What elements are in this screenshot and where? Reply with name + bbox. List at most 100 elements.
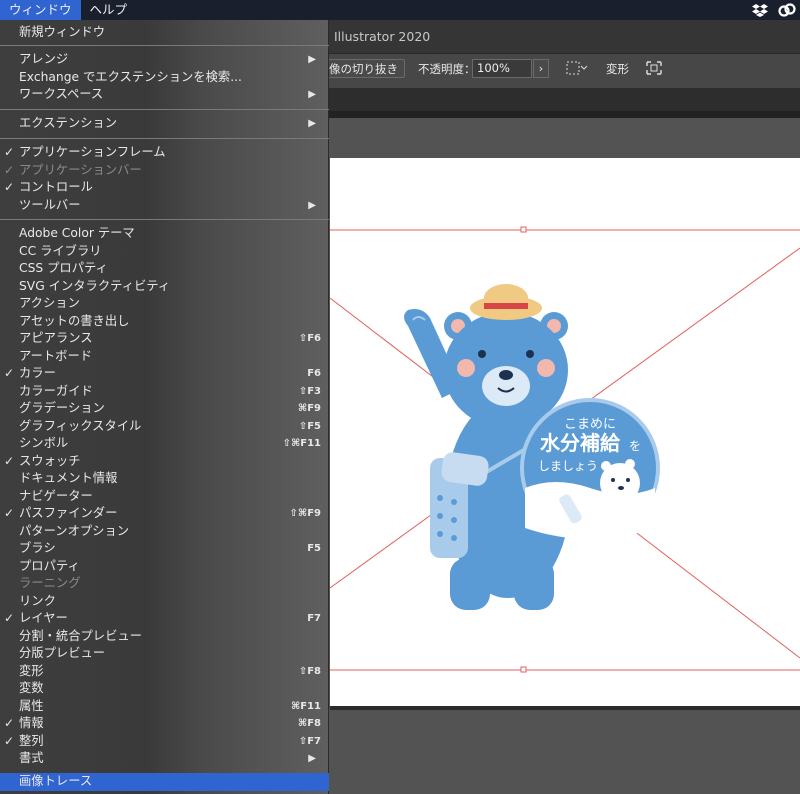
checkmark-icon: ✓: [4, 366, 15, 380]
badge-line2: 水分補給: [540, 431, 621, 455]
checkmark-icon: ✓: [4, 716, 15, 730]
menu-item[interactable]: ✓ 整列 ⇧F7: [0, 733, 329, 751]
menu-item[interactable]: ドキュメント情報: [0, 470, 329, 488]
menu-item-label: パスファインダー: [19, 506, 118, 520]
creative-cloud-icon[interactable]: [778, 3, 796, 17]
menu-separator: [0, 219, 329, 220]
menu-item-label: 書式: [19, 751, 44, 765]
menu-item[interactable]: エクステンション ▶: [0, 115, 329, 133]
submenu-arrow-icon: ▶: [308, 753, 316, 764]
crop-image-button[interactable]: 像の切り抜き: [322, 59, 405, 78]
menu-item-label: グラデーション: [19, 401, 105, 415]
menubar-window[interactable]: ウィンドウ: [0, 0, 81, 20]
menu-item-label: ワークスペース: [19, 87, 104, 101]
menu-item[interactable]: ✓ スウォッチ: [0, 453, 329, 471]
menu-item[interactable]: 変形 ⇧F8: [0, 663, 329, 681]
menu-item[interactable]: カラーガイド ⇧F3: [0, 383, 329, 401]
checkmark-icon: ✓: [4, 162, 15, 177]
menu-separator: [0, 45, 329, 46]
menu-item[interactable]: ワークスペース ▶: [0, 86, 329, 104]
menu-item-label: スウォッチ: [19, 453, 81, 468]
menu-item[interactable]: ✓ パスファインダー ⇧⌘F9: [0, 505, 329, 523]
transform-button[interactable]: 変形: [606, 61, 629, 77]
menu-item[interactable]: アピアランス ⇧F6: [0, 330, 329, 348]
menu-item-label: ドキュメント情報: [19, 471, 118, 485]
menu-item[interactable]: Adobe Color テーマ: [0, 225, 329, 243]
artboard[interactable]: こまめに 水分補給 を しましょう: [329, 158, 800, 706]
menu-separator: [0, 109, 329, 110]
menu-item-label: グラフィックスタイル: [19, 418, 142, 433]
menu-item-shortcut: ⇧F7: [298, 735, 321, 747]
menu-item[interactable]: パターンオプション: [0, 523, 329, 541]
selection-handle-bottom: [520, 666, 527, 673]
menu-item[interactable]: ✓ 情報 ⌘F8: [0, 715, 329, 733]
menu-item-shortcut: ⌘F8: [297, 718, 321, 729]
checkmark-icon: ✓: [4, 611, 15, 625]
menu-item[interactable]: 新規ウィンドウ: [0, 24, 329, 42]
menu-item-shortcut: ⇧F6: [298, 333, 321, 344]
menu-item[interactable]: アクション: [0, 295, 329, 313]
menu-item[interactable]: アセットの書き出し: [0, 313, 329, 331]
menu-item[interactable]: ツールバー ▶: [0, 197, 329, 215]
menu-item[interactable]: 変数: [0, 680, 329, 698]
menu-item[interactable]: ✓ アプリケーションフレーム: [0, 144, 329, 162]
menu-item[interactable]: アレンジ ▶: [0, 51, 329, 69]
submenu-arrow-icon: ▶: [308, 199, 316, 211]
menu-item[interactable]: グラフィックスタイル ⇧F5: [0, 418, 329, 436]
checkmark-icon: ✓: [4, 180, 15, 194]
app-title: Illustrator 2020: [334, 29, 431, 44]
menu-item[interactable]: 書式 ▶: [0, 750, 329, 768]
menu-item[interactable]: CC ライブラリ: [0, 243, 329, 261]
menu-item-shortcut: ⌘F11: [290, 700, 321, 712]
menu-item[interactable]: 画像トレース: [0, 773, 329, 791]
badge-line3: しましょう: [538, 459, 598, 473]
submenu-arrow-icon: ▶: [308, 118, 316, 129]
menu-item-label: 属性: [19, 698, 44, 713]
menu-item-shortcut: ⇧F8: [298, 665, 321, 677]
menu-item[interactable]: ナビゲーター: [0, 488, 329, 506]
submenu-arrow-icon: ▶: [308, 89, 316, 100]
align-icon[interactable]: [566, 61, 588, 75]
badge-line2-suffix: を: [629, 439, 641, 453]
menu-item[interactable]: アートボード: [0, 348, 329, 366]
artwork-canvas: こまめに 水分補給 を しましょう: [329, 226, 800, 673]
macos-menubar: ウィンドウ ヘルプ: [0, 0, 800, 20]
selection-handle-top: [520, 226, 527, 233]
menu-item[interactable]: グラデーション ⌘F9: [0, 400, 329, 418]
menu-item-label: CC ライブラリ: [19, 243, 102, 258]
isolate-icon[interactable]: [645, 60, 663, 76]
menu-item[interactable]: 属性 ⌘F11: [0, 698, 329, 716]
menu-item-label: アピアランス: [19, 331, 93, 345]
menu-item-label: 整列: [19, 733, 44, 748]
menu-item-label: アレンジ: [19, 52, 69, 66]
menu-item-label: パターンオプション: [19, 523, 130, 538]
menu-item-shortcut: F5: [307, 543, 321, 554]
menu-item[interactable]: 分版プレビュー: [0, 645, 329, 663]
menu-item-label: アートボード: [19, 348, 93, 363]
menubar-help[interactable]: ヘルプ: [81, 0, 137, 20]
menu-item[interactable]: Exchange でエクステンションを検索...: [0, 69, 329, 87]
menu-item[interactable]: ✓ カラー F6: [0, 365, 329, 383]
menu-item-label: 新規ウィンドウ: [19, 25, 106, 39]
dropbox-icon[interactable]: [752, 3, 768, 17]
menu-item[interactable]: 分割・統合プレビュー: [0, 628, 329, 646]
menu-item[interactable]: シンボル ⇧⌘F11: [0, 435, 329, 453]
menu-item[interactable]: CSS プロパティ: [0, 260, 329, 278]
menu-item-label: SVG インタラクティビティ: [19, 278, 171, 293]
menu-item[interactable]: ✓ レイヤー F7: [0, 610, 329, 628]
checkmark-icon: ✓: [4, 453, 15, 468]
menu-item-label: Exchange でエクステンションを検索...: [19, 69, 242, 84]
menu-item[interactable]: SVG インタラクティビティ: [0, 278, 329, 296]
menu-item-shortcut: F7: [307, 613, 321, 624]
menu-item[interactable]: ✓ コントロール: [0, 179, 329, 197]
menu-item-label: 画像トレース: [19, 774, 93, 788]
checkmark-icon: ✓: [4, 733, 15, 748]
menu-item-label: 情報: [19, 716, 44, 730]
menu-item[interactable]: ブラシ F5: [0, 540, 329, 558]
menu-item-label: 分版プレビュー: [19, 646, 106, 660]
menu-item[interactable]: プロパティ: [0, 558, 329, 576]
opacity-input[interactable]: 100%: [472, 59, 532, 78]
opacity-chevron-icon[interactable]: ›: [533, 59, 549, 78]
menu-item-shortcut: ⇧F5: [298, 420, 321, 432]
menu-item[interactable]: リンク: [0, 593, 329, 611]
